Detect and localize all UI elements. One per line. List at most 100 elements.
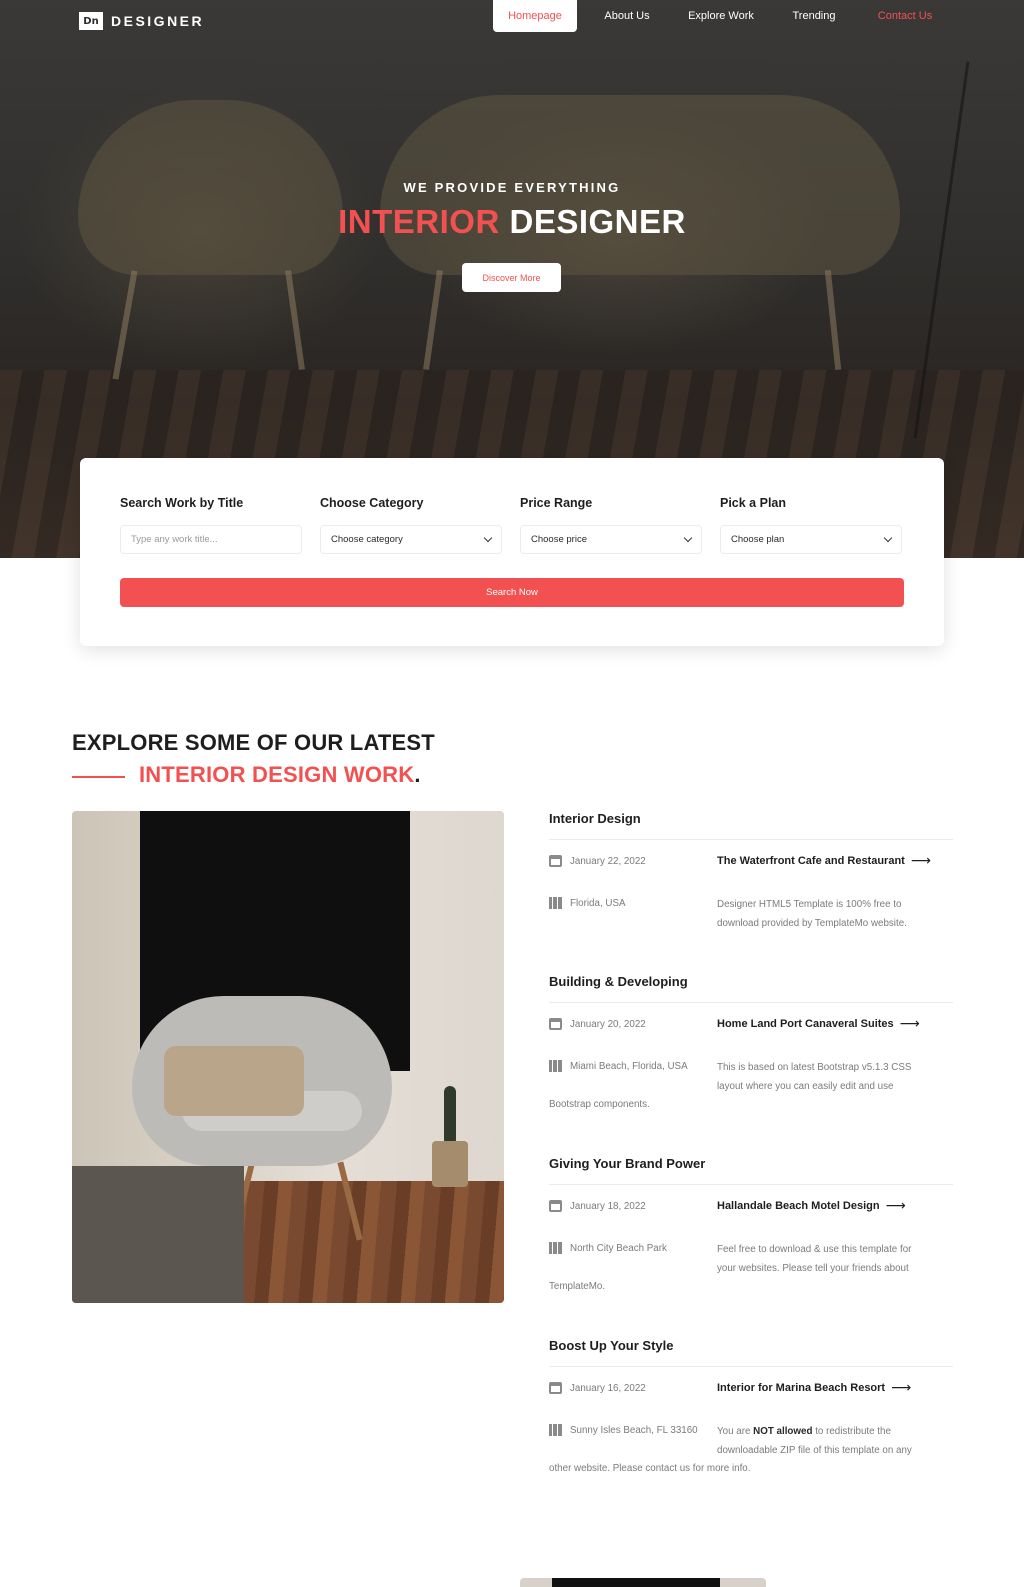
- work-category: Giving Your Brand Power: [549, 1156, 706, 1171]
- map-icon: [549, 1060, 562, 1072]
- price-select[interactable]: Choose price: [520, 525, 702, 554]
- heading-dot: .: [414, 762, 421, 787]
- nav-contact-us[interactable]: Contact Us: [863, 0, 947, 32]
- category-field: Choose Category Choose category: [320, 496, 502, 554]
- work-date: January 20, 2022: [549, 1018, 646, 1030]
- work-date: January 22, 2022: [549, 855, 646, 867]
- title-search-input[interactable]: Type any work title...: [120, 525, 302, 554]
- divider: [549, 1002, 953, 1003]
- chair-leg: [423, 270, 443, 370]
- work-category: Boost Up Your Style: [549, 1338, 674, 1353]
- work-link[interactable]: Hallandale Beach Motel Design ⟶: [717, 1198, 906, 1214]
- divider: [549, 839, 953, 840]
- desc-text: You are: [717, 1426, 754, 1437]
- category-select[interactable]: Choose category: [320, 525, 502, 554]
- desc-line: This is based on latest Bootstrap v5.1.3…: [717, 1062, 912, 1073]
- title-search-field: Search Work by Title Type any work title…: [120, 496, 302, 554]
- pillow: [164, 1046, 304, 1116]
- work-description: You are NOT allowed to redistribute the …: [717, 1423, 953, 1460]
- select-value: Choose category: [331, 534, 403, 545]
- chair-leg: [285, 270, 305, 370]
- heading-accent-line: [72, 776, 125, 778]
- desc-line: Designer HTML5 Template is 100% free to: [717, 899, 902, 910]
- work-title: Interior for Marina Beach Resort: [717, 1382, 886, 1394]
- nav-trending[interactable]: Trending: [765, 0, 863, 32]
- work-location: Miami Beach, Florida, USA: [549, 1060, 688, 1072]
- field-label: Pick a Plan: [720, 496, 787, 510]
- hero-title: INTERIOR DESIGNER: [0, 203, 1024, 241]
- work-item: Interior Design January 22, 2022 The Wat…: [549, 811, 953, 961]
- discover-more-button[interactable]: Discover More: [462, 263, 561, 292]
- date-text: January 18, 2022: [570, 1200, 646, 1212]
- work-description: Feel free to download & use this templat…: [717, 1241, 953, 1278]
- heading-accent-text: INTERIOR DESIGN WORK: [139, 762, 415, 787]
- work-description: This is based on latest Bootstrap v5.1.3…: [717, 1059, 953, 1096]
- select-value: Choose plan: [731, 534, 785, 545]
- work-item: Boost Up Your Style January 16, 2022 Int…: [549, 1338, 953, 1488]
- map-icon: [549, 1242, 562, 1254]
- date-text: January 20, 2022: [570, 1018, 646, 1030]
- nav-about-us[interactable]: About Us: [577, 0, 677, 32]
- chevron-down-icon: [683, 533, 693, 543]
- main-nav: Homepage About Us Explore Work Trending …: [493, 0, 947, 32]
- hero-title-accent: INTERIOR: [338, 203, 500, 240]
- desc-line: download provided by TemplateMo website.: [717, 917, 907, 929]
- section-heading-line1: EXPLORE SOME OF OUR LATEST: [72, 730, 435, 755]
- map-icon: [549, 1424, 562, 1436]
- plant-pot: [432, 1141, 468, 1187]
- desc-line: Feel free to download & use this templat…: [717, 1244, 912, 1255]
- work-title: The Waterfront Cafe and Restaurant: [717, 855, 905, 867]
- chevron-down-icon: [883, 533, 893, 543]
- work-description: Designer HTML5 Template is 100% free to …: [717, 896, 953, 933]
- search-now-button[interactable]: Search Now: [120, 578, 904, 607]
- work-title: Hallandale Beach Motel Design: [717, 1200, 880, 1212]
- desc-line: your websites. Please tell your friends …: [717, 1262, 909, 1274]
- location-text: Miami Beach, Florida, USA: [570, 1060, 688, 1072]
- logo-mark-icon: Dn: [79, 12, 103, 30]
- desc-text: to redistribute the: [812, 1426, 891, 1437]
- featured-interior-image: [72, 811, 504, 1303]
- calendar-icon: [549, 1018, 562, 1030]
- calendar-icon: [549, 1382, 562, 1394]
- nav-explore-work[interactable]: Explore Work: [677, 0, 765, 32]
- nav-homepage[interactable]: Homepage: [493, 0, 577, 32]
- section-heading-line2: INTERIOR DESIGN WORK.: [139, 762, 421, 788]
- chair-leg: [112, 270, 138, 380]
- chair-leg: [824, 269, 842, 371]
- desc-line: layout where you can easily edit and use: [717, 1080, 894, 1092]
- date-text: January 16, 2022: [570, 1382, 646, 1394]
- next-section-image-peek: [520, 1578, 766, 1587]
- divider: [549, 1184, 953, 1185]
- arrow-right-icon: ⟶: [891, 1380, 912, 1396]
- select-value: Choose price: [531, 534, 587, 545]
- desc-tail: other website. Please contact us for mor…: [549, 1463, 751, 1474]
- work-item: Giving Your Brand Power January 18, 2022…: [549, 1156, 953, 1306]
- site-logo[interactable]: Dn DESIGNER: [79, 12, 204, 30]
- field-label: Choose Category: [320, 496, 424, 510]
- cactus-plant: [444, 1086, 456, 1146]
- arrow-right-icon: ⟶: [899, 1016, 920, 1032]
- work-location: Florida, USA: [549, 897, 626, 909]
- chevron-down-icon: [483, 533, 493, 543]
- location-text: Sunny Isles Beach, FL 33160: [570, 1424, 698, 1436]
- work-date: January 18, 2022: [549, 1200, 646, 1212]
- work-link[interactable]: Home Land Port Canaveral Suites ⟶: [717, 1016, 920, 1032]
- work-category: Interior Design: [549, 811, 641, 826]
- work-location: Sunny Isles Beach, FL 33160: [549, 1424, 698, 1436]
- work-link[interactable]: Interior for Marina Beach Resort ⟶: [717, 1380, 911, 1396]
- location-text: North City Beach Park: [570, 1242, 667, 1254]
- work-category: Building & Developing: [549, 974, 688, 989]
- brand-name: DESIGNER: [111, 13, 205, 29]
- work-date: January 16, 2022: [549, 1382, 646, 1394]
- desc-line: You are NOT allowed to redistribute the: [717, 1423, 953, 1442]
- desc-line: downloadable ZIP file of this template o…: [717, 1444, 912, 1456]
- hero-title-rest: DESIGNER: [509, 203, 686, 240]
- desc-tail: TemplateMo.: [549, 1281, 606, 1292]
- plan-select[interactable]: Choose plan: [720, 525, 902, 554]
- calendar-icon: [549, 1200, 562, 1212]
- work-link[interactable]: The Waterfront Cafe and Restaurant ⟶: [717, 853, 931, 869]
- location-text: Florida, USA: [570, 897, 626, 909]
- search-panel: Search Work by Title Type any work title…: [80, 458, 944, 646]
- map-icon: [549, 897, 562, 909]
- desc-tail: Bootstrap components.: [549, 1099, 650, 1110]
